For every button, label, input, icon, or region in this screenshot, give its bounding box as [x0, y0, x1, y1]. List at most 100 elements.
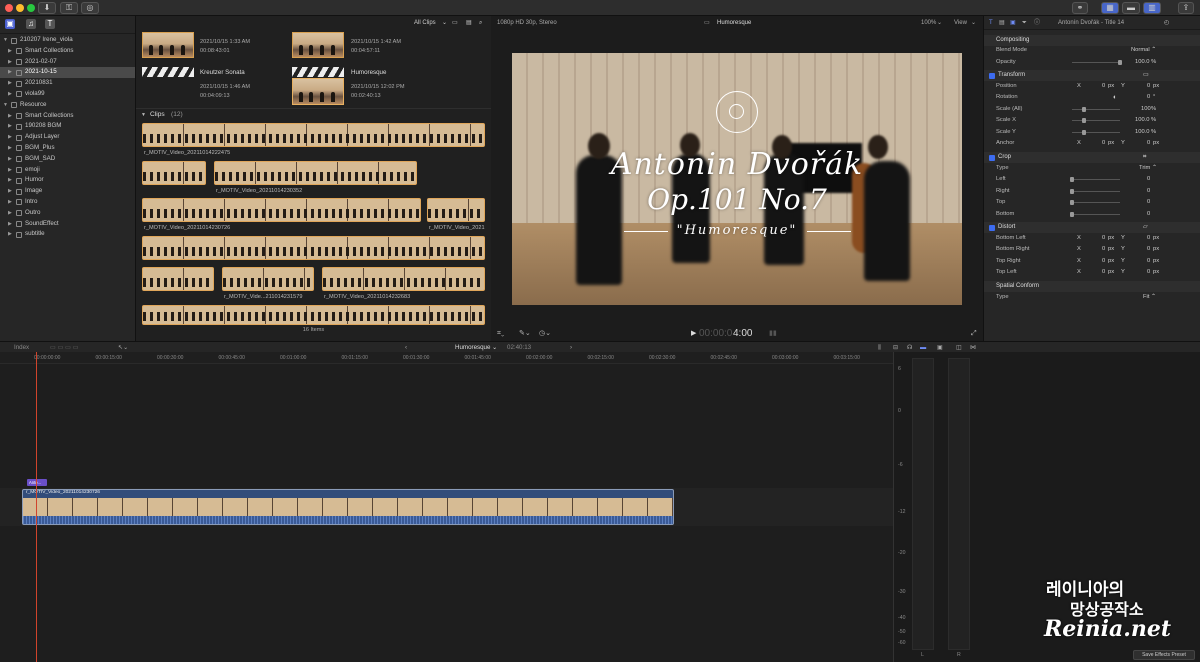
library-item[interactable]: ▶ 190208 BGM: [0, 121, 135, 132]
blend-mode-dropdown[interactable]: Normal ⌃: [1131, 45, 1156, 56]
play-button[interactable]: ▶: [691, 326, 696, 341]
zoom-window-button[interactable]: [27, 4, 35, 12]
distort-tool-icon[interactable]: ▱: [1143, 222, 1148, 233]
library-item[interactable]: ▶ Adjust Layer: [0, 132, 135, 143]
library-item[interactable]: ▶ BGM_SAD: [0, 154, 135, 165]
slider-knob[interactable]: [1082, 118, 1086, 124]
value-x[interactable]: 0: [1102, 233, 1105, 244]
clip-filmstrip[interactable]: [427, 198, 485, 222]
section-distort[interactable]: Distort ▱: [984, 222, 1200, 233]
retime-icon[interactable]: ◷⌄: [539, 326, 551, 341]
slider-knob[interactable]: [1070, 211, 1074, 217]
library-item[interactable]: ▶ 20210831: [0, 78, 135, 89]
clip-filmstrip[interactable]: [214, 161, 417, 185]
slider-knob[interactable]: [1070, 188, 1074, 194]
library-item[interactable]: ▶ Outro: [0, 208, 135, 219]
library-item[interactable]: ▶ Humor: [0, 175, 135, 186]
value-y[interactable]: 0: [1147, 256, 1150, 267]
crop-slider[interactable]: [1072, 213, 1120, 215]
inspector-toggle-icon[interactable]: ▥: [1143, 2, 1161, 14]
slider-knob[interactable]: [1082, 129, 1086, 135]
zoom-dropdown[interactable]: 100%: [921, 16, 936, 30]
library-item[interactable]: ▼ 210207 Irene_viola: [0, 35, 135, 46]
clip-filmstrip[interactable]: [142, 161, 206, 185]
disclosure-triangle-icon[interactable]: ▶: [8, 229, 12, 240]
project-thumbnail[interactable]: [292, 78, 344, 105]
enable-checkbox[interactable]: [989, 154, 995, 161]
disclosure-triangle-icon[interactable]: ▶: [8, 121, 12, 132]
disclosure-triangle-icon[interactable]: ▼: [141, 109, 146, 121]
library-item[interactable]: ▶ 2021-10-15: [0, 67, 135, 79]
disclosure-triangle-icon[interactable]: ▶: [8, 46, 12, 57]
disclosure-triangle-icon[interactable]: ▶: [8, 186, 12, 197]
library-item[interactable]: ▶ 2021-02-07: [0, 57, 135, 68]
value-x[interactable]: 0: [1102, 244, 1105, 255]
filter-icon[interactable]: ⏷: [1022, 16, 1027, 30]
search-icon[interactable]: ⌕: [479, 16, 482, 30]
rotation-dial-icon[interactable]: ◐: [1113, 92, 1117, 103]
position-x-value[interactable]: 0: [1102, 81, 1105, 92]
clip-filmstrip[interactable]: [142, 236, 485, 260]
layout-toggle-icon[interactable]: ⚭: [1072, 2, 1088, 14]
disclosure-triangle-icon[interactable]: ▼: [3, 100, 8, 111]
project-thumbnail-compound[interactable]: [292, 67, 344, 77]
crop-slider[interactable]: [1072, 190, 1120, 192]
crop-tool-icon[interactable]: ⌗: [1143, 152, 1146, 163]
disclosure-triangle-icon[interactable]: ▶: [8, 67, 12, 78]
section-spatial-conform[interactable]: Spatial Conform: [984, 281, 1200, 292]
library-item[interactable]: ▶ Smart Collections: [0, 111, 135, 122]
crop-slider[interactable]: [1072, 202, 1120, 204]
timeline-toggle-icon[interactable]: ▬: [1122, 2, 1140, 14]
clip-filmstrip[interactable]: [322, 267, 485, 291]
keywords-icon[interactable]: ⚿: [60, 2, 78, 14]
value-x[interactable]: 0: [1102, 256, 1105, 267]
library-item[interactable]: ▶ emoji: [0, 165, 135, 176]
playhead[interactable]: [36, 352, 37, 662]
value-y[interactable]: 0: [1147, 233, 1150, 244]
opacity-value[interactable]: 100.0 %: [1135, 57, 1156, 68]
disclosure-triangle-icon[interactable]: ▶: [8, 57, 12, 68]
onscreen-controls-icon[interactable]: ▭: [1143, 70, 1149, 81]
clips-section-header[interactable]: ▼ Clips (12): [136, 108, 491, 120]
disclosure-triangle-icon[interactable]: ▶: [8, 197, 12, 208]
library-item[interactable]: ▶ Image: [0, 186, 135, 197]
clip-filmstrip[interactable]: [142, 267, 214, 291]
libraries-icon[interactable]: ▣: [5, 19, 15, 29]
scale-slider[interactable]: [1072, 108, 1120, 110]
scale-all-value[interactable]: 100: [1141, 104, 1151, 115]
disclosure-triangle-icon[interactable]: ▶: [8, 165, 12, 176]
disclosure-triangle-icon[interactable]: ▶: [8, 154, 12, 165]
save-effects-preset-button[interactable]: Save Effects Preset: [1133, 650, 1195, 660]
section-crop[interactable]: Crop ⌗: [984, 152, 1200, 163]
scale-y-value[interactable]: 100.0: [1135, 127, 1150, 138]
slider-knob[interactable]: [1070, 200, 1074, 206]
share-icon[interactable]: ⇪: [1178, 2, 1194, 14]
slider-knob[interactable]: [1070, 177, 1074, 183]
library-item[interactable]: ▶ viola99: [0, 89, 135, 100]
scale-y-slider[interactable]: [1072, 131, 1120, 133]
timeline-area[interactable]: Anto... r_MOTIV_Video_20211014230726: [0, 352, 893, 662]
text-inspector-icon[interactable]: ▤: [999, 16, 1005, 30]
disclosure-triangle-icon[interactable]: ▶: [8, 132, 12, 143]
video-inspector-icon[interactable]: ▣: [1010, 16, 1016, 30]
disclosure-triangle-icon[interactable]: ▶: [8, 89, 12, 100]
fullscreen-icon[interactable]: ⤢: [971, 326, 977, 341]
import-icon[interactable]: ⬇: [38, 2, 56, 14]
browser-toggle-icon[interactable]: ▦: [1101, 2, 1119, 14]
scale-x-value[interactable]: 100.0: [1135, 115, 1150, 126]
library-item[interactable]: ▼ Resource: [0, 100, 135, 111]
library-item[interactable]: ▶ Smart Collections: [0, 46, 135, 57]
disclosure-triangle-icon[interactable]: ▶: [8, 78, 12, 89]
anchor-x-value[interactable]: 0: [1102, 138, 1105, 149]
view-dropdown[interactable]: View: [954, 16, 967, 30]
title-inspector-icon[interactable]: T: [989, 16, 993, 30]
disclosure-triangle-icon[interactable]: ▶: [8, 111, 12, 122]
project-thumbnail[interactable]: [292, 32, 344, 58]
crop-type-dropdown[interactable]: Trim ⌃: [1139, 163, 1157, 174]
disclosure-triangle-icon[interactable]: ▼: [3, 35, 8, 46]
project-thumbnail-compound[interactable]: [142, 67, 194, 77]
library-item[interactable]: ▶ subtitle: [0, 229, 135, 240]
anchor-y-value[interactable]: 0: [1147, 138, 1150, 149]
clip-filmstrip[interactable]: [142, 123, 485, 147]
position-y-value[interactable]: 0: [1147, 81, 1150, 92]
